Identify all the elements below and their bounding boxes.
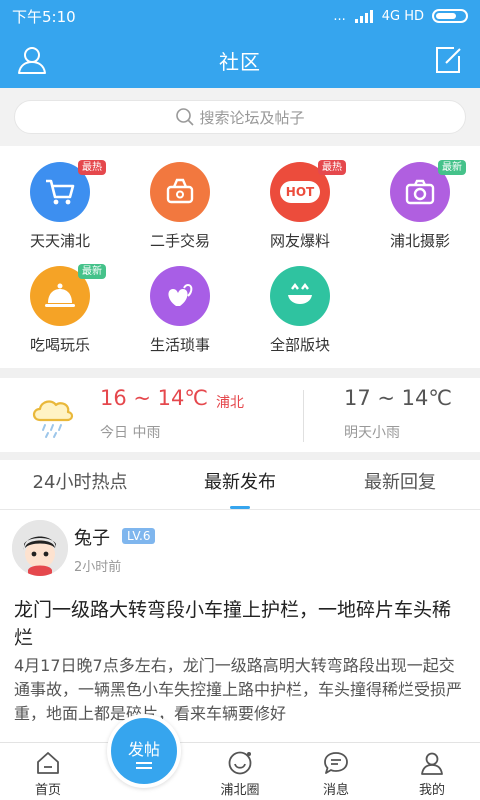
post-title[interactable]: 龙门一级路大转弯段小车撞上护栏，一地碎片车头稀烂 <box>14 596 466 652</box>
forum-item-all-boards[interactable]: 全部版块 <box>240 250 360 354</box>
new-badge: 最新 <box>78 264 106 279</box>
battery-icon <box>432 9 468 23</box>
forum-label: 天天浦北 <box>29 232 90 250</box>
forum-item-netizen-tips[interactable]: HOT 最热 网友爆料 <box>240 146 360 250</box>
search-input[interactable]: 搜索论坛及帖子 <box>14 100 466 134</box>
forum-label: 吃喝玩乐 <box>29 336 90 354</box>
forum-item-food-fun[interactable]: 最新 吃喝玩乐 <box>0 250 120 354</box>
nav-home[interactable]: 首页 <box>8 743 88 800</box>
status-time: 下午5:10 <box>12 7 76 26</box>
message-icon <box>324 752 348 774</box>
circle-smile-icon <box>228 751 252 775</box>
search-placeholder: 搜索论坛及帖子 <box>199 108 305 127</box>
nav-label: 消息 <box>322 783 349 798</box>
forum-item-second-hand[interactable]: 二手交易 <box>120 146 240 250</box>
hot-badge: 最热 <box>318 160 346 175</box>
feed-tabs: 24小时热点 最新发布 最新回复 <box>0 460 480 510</box>
user-icon[interactable] <box>16 44 48 76</box>
menu-lines-icon <box>136 767 152 769</box>
today-temperature: 16 ~ 14℃ <box>100 386 208 410</box>
tab-24h-hot[interactable]: 24小时热点 <box>0 460 160 510</box>
tab-active-indicator <box>230 506 250 509</box>
smile-icon <box>270 266 330 326</box>
nav-pubei-circle[interactable]: 浦北圈 <box>200 743 280 800</box>
menu-lines-icon <box>136 762 152 764</box>
nav-label: 浦北圈 <box>220 783 260 798</box>
forum-grid: 最热 天天浦北 二手交易 HOT 最热 网友爆料 最新 浦北摄影 最新 吃喝玩乐… <box>0 146 480 368</box>
forum-item-photography[interactable]: 最新 浦北摄影 <box>360 146 480 250</box>
app-bar: 社区 <box>0 32 480 88</box>
forum-label: 浦北摄影 <box>389 232 450 250</box>
nav-mine[interactable]: 我的 <box>392 743 472 800</box>
search-bar-container: 搜索论坛及帖子 <box>0 88 480 146</box>
bottom-nav: 首页 浦北圈 消息 我的 <box>0 742 480 800</box>
home-icon <box>37 752 59 774</box>
nav-label: 首页 <box>34 783 61 798</box>
today-weather-desc: 今日 中雨 <box>100 425 161 441</box>
new-badge: 最新 <box>438 160 466 175</box>
forum-label: 生活琐事 <box>149 336 210 354</box>
network-type: 4G HD <box>381 8 424 24</box>
forum-item-tiantian-pubei[interactable]: 最热 天天浦北 <box>0 146 120 250</box>
weather-card[interactable]: 16 ~ 14℃ 浦北 今日 中雨 17 ~ 14℃ 明天小雨 <box>0 378 480 452</box>
hot-icon-text: HOT <box>279 181 321 203</box>
post-author[interactable]: 兔子 <box>74 524 110 550</box>
forum-item-life-matters[interactable]: 生活琐事 <box>120 250 240 354</box>
tomorrow-temperature: 17 ~ 14℃ <box>344 386 452 410</box>
rain-cloud-icon <box>32 400 74 438</box>
status-bar: 下午5:10 ... 4G HD <box>0 0 480 32</box>
forum-label: 网友爆料 <box>269 232 330 250</box>
forum-label: 二手交易 <box>149 232 210 250</box>
tab-latest-posts[interactable]: 最新发布 <box>160 460 320 510</box>
forum-label: 全部版块 <box>269 336 330 354</box>
status-indicators: ... 4G HD <box>333 9 468 24</box>
tomorrow-weather-desc: 明天小雨 <box>344 425 400 441</box>
post-card[interactable]: 兔子 LV.6 2小时前 龙门一级路大转弯段小车撞上护栏，一地碎片车头稀烂 4月… <box>0 510 480 742</box>
new-post-label: 发帖 <box>127 740 160 759</box>
post-time: 2小时前 <box>74 560 122 575</box>
weather-divider <box>303 390 304 442</box>
avatar[interactable] <box>12 520 68 576</box>
weather-city: 浦北 <box>216 395 244 411</box>
search-icon <box>176 108 195 126</box>
new-post-button[interactable]: 发帖 <box>107 714 181 788</box>
basket-icon <box>150 162 210 222</box>
page-title: 社区 <box>219 49 261 74</box>
nav-messages[interactable]: 消息 <box>296 743 376 800</box>
hearts-icon <box>150 266 210 326</box>
post-excerpt[interactable]: 4月17日晚7点多左右，龙门一级路高明大转弯路段出现一起交通事故，一辆黑色小车失… <box>14 654 468 726</box>
signal-icon <box>354 10 373 23</box>
status-dots: ... <box>333 8 346 24</box>
hot-badge: 最热 <box>78 160 106 175</box>
level-badge: LV.6 <box>122 528 156 544</box>
edit-icon[interactable] <box>432 44 464 76</box>
profile-icon <box>421 752 443 775</box>
nav-label: 我的 <box>418 783 445 798</box>
tab-latest-replies[interactable]: 最新回复 <box>320 460 480 510</box>
